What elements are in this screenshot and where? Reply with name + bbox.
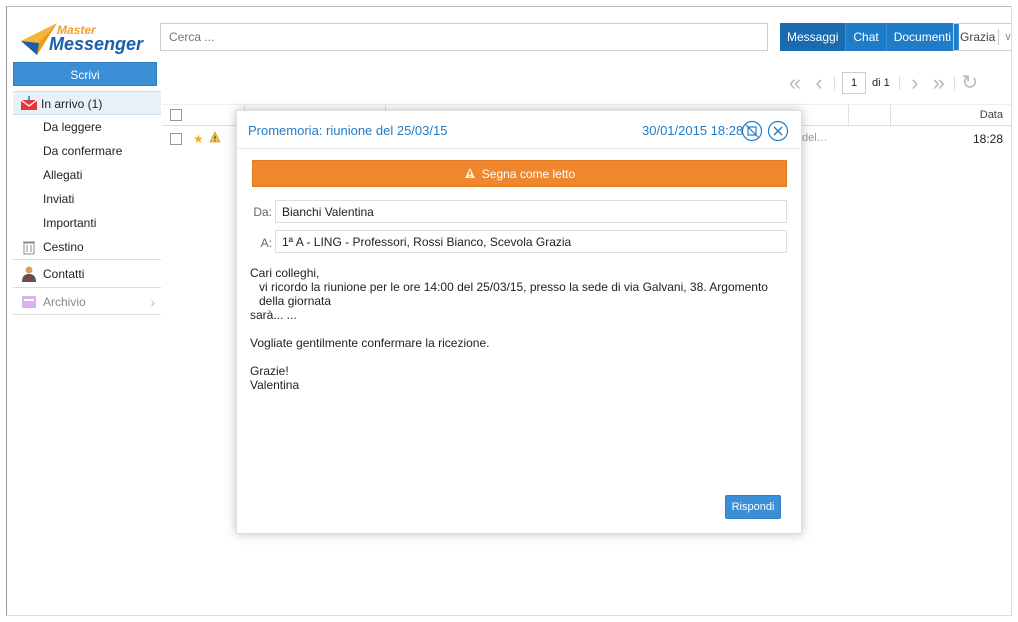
sidebar-item-label: Cestino xyxy=(43,240,84,254)
page-number-input[interactable]: 1 xyxy=(842,72,866,94)
last-page-icon[interactable]: » xyxy=(927,72,951,94)
contacts-icon xyxy=(22,266,36,282)
sidebar-item-contatti[interactable]: Contatti xyxy=(13,259,161,287)
app-logo: Master Messenger xyxy=(19,19,149,59)
sidebar-item-label: Inviati xyxy=(43,192,75,206)
sidebar-item-label: Contatti xyxy=(43,267,85,281)
select-all-checkbox[interactable] xyxy=(170,109,182,121)
divider xyxy=(898,76,900,90)
row-snippet: del… xyxy=(802,132,828,144)
tab-documenti[interactable]: Documenti xyxy=(886,23,960,51)
sidebar-item-label: Allegati xyxy=(43,168,83,182)
sidebar: In arrivo (1) Da leggere Da confermare A… xyxy=(13,91,161,315)
column-divider xyxy=(890,105,891,127)
tab-chat[interactable]: Chat xyxy=(846,23,887,51)
chevron-down-icon: ∨ xyxy=(1004,31,1012,43)
sidebar-item-cestino[interactable]: Cestino xyxy=(13,235,161,259)
body-signature: Valentina xyxy=(250,378,300,392)
sidebar-item-inviati[interactable]: Inviati xyxy=(13,187,161,211)
mark-as-read-button[interactable]: Segna come letto xyxy=(252,160,787,187)
sidebar-item-label: In arrivo (1) xyxy=(41,97,103,111)
archive-message-icon[interactable] xyxy=(741,120,763,142)
close-icon[interactable] xyxy=(767,120,789,142)
user-menu[interactable]: Grazia ∨ xyxy=(953,23,1012,51)
first-page-icon[interactable]: « xyxy=(783,72,807,94)
message-body: Cari colleghi, vi ricordo la riunione pe… xyxy=(250,266,795,392)
message-subject: Promemoria: riunione del 25/03/15 xyxy=(248,123,448,138)
row-time: 18:28 xyxy=(972,132,1003,146)
sidebar-item-importanti[interactable]: Importanti xyxy=(13,211,161,235)
user-name: Grazia xyxy=(960,30,996,44)
sidebar-item-da-leggere[interactable]: Da leggere xyxy=(13,115,161,139)
divider xyxy=(237,148,801,149)
app-window: Master Messenger Messaggi Chat Documenti… xyxy=(6,6,1012,616)
divider xyxy=(998,29,999,45)
sidebar-item-allegati[interactable]: Allegati xyxy=(13,163,161,187)
divider xyxy=(834,76,835,90)
sidebar-item-inbox[interactable]: In arrivo (1) xyxy=(13,91,161,115)
body-line: sarà... ... xyxy=(250,308,297,322)
sidebar-item-label: Archivio xyxy=(43,295,86,309)
row-checkbox[interactable] xyxy=(170,133,182,145)
reply-button[interactable]: Rispondi xyxy=(725,495,781,519)
mark-as-read-label: Segna come letto xyxy=(481,167,576,181)
divider xyxy=(953,76,955,90)
from-label: Da: xyxy=(253,205,272,219)
from-field: Bianchi Valentina xyxy=(275,200,787,223)
chevron-right-icon: › xyxy=(150,294,155,310)
to-field: 1ª A - LING - Professori, Rossi Bianco, … xyxy=(275,230,787,253)
sidebar-item-label: Da leggere xyxy=(43,120,102,134)
compose-button[interactable]: Scrivi xyxy=(13,62,157,86)
inbox-icon xyxy=(21,96,37,110)
pager: « ‹ 1 di 1 › » ↻ xyxy=(783,71,982,95)
to-label: A: xyxy=(260,236,272,250)
body-line: vi ricordo la riunione per le ore 14:00 … xyxy=(259,280,768,308)
message-datetime: 30/01/2015 18:28 xyxy=(642,123,744,138)
sidebar-item-archivio[interactable]: Archivio › xyxy=(13,287,161,315)
logo-text-bottom: Messenger xyxy=(49,34,144,54)
trash-icon xyxy=(23,241,35,255)
archive-icon xyxy=(22,296,36,308)
sidebar-item-label: Importanti xyxy=(43,216,97,230)
next-page-icon[interactable]: › xyxy=(903,72,927,94)
sidebar-item-da-confermare[interactable]: Da confermare xyxy=(13,139,161,163)
warning-icon xyxy=(209,131,221,143)
page-total: di 1 xyxy=(872,77,890,89)
message-dialog: Promemoria: riunione del 25/03/15 30/01/… xyxy=(236,110,802,534)
body-greeting: Cari colleghi, xyxy=(250,266,320,280)
search-input[interactable] xyxy=(160,23,768,51)
prev-page-icon[interactable]: ‹ xyxy=(807,72,831,94)
body-closing: Grazie! xyxy=(250,364,289,378)
warning-icon xyxy=(464,168,475,178)
refresh-icon[interactable]: ↻ xyxy=(958,72,982,94)
top-nav: Messaggi Chat Documenti xyxy=(780,23,960,51)
body-paragraph: Vogliate gentilmente confermare la ricez… xyxy=(250,336,490,350)
column-divider xyxy=(848,105,849,127)
column-header-data[interactable]: Data xyxy=(980,109,1003,121)
sidebar-item-label: Da confermare xyxy=(43,144,123,158)
tab-messaggi[interactable]: Messaggi xyxy=(780,23,847,51)
star-icon[interactable]: ★ xyxy=(193,132,204,146)
